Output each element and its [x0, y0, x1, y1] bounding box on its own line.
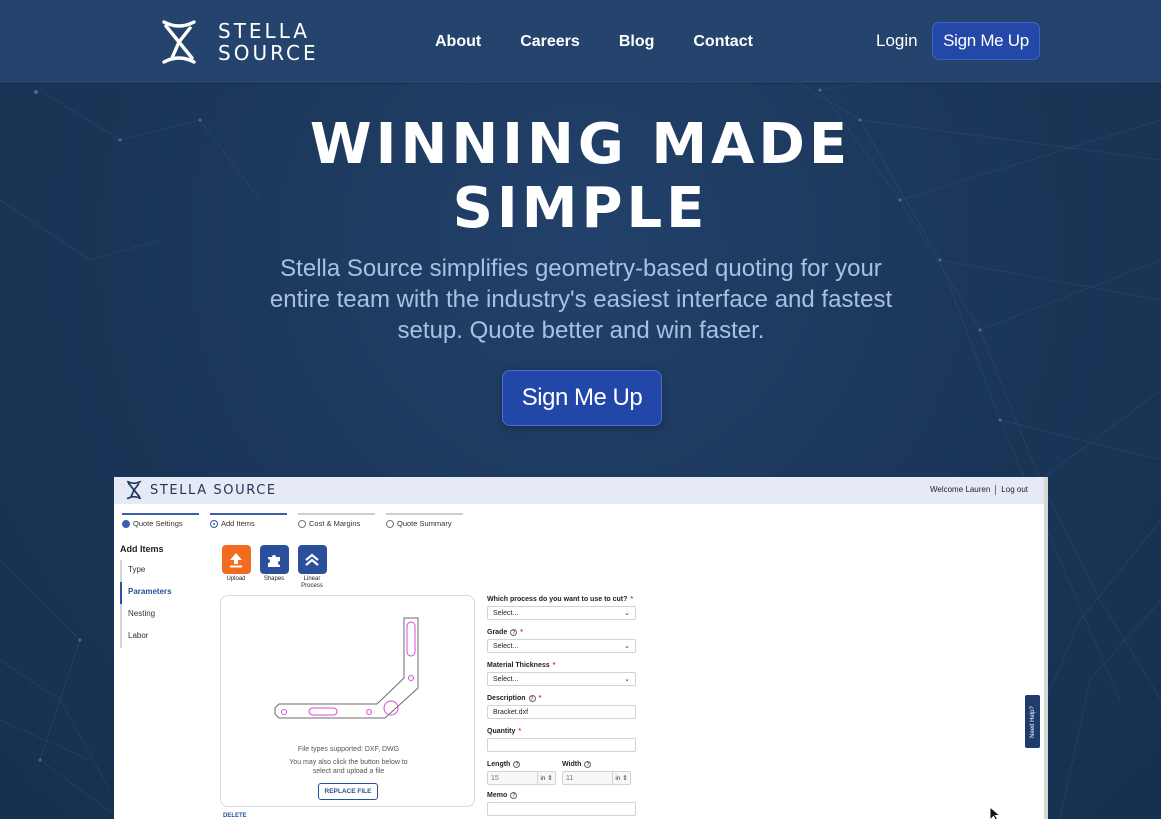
chevron-down-icon: ⌄: [624, 643, 630, 650]
quantity-label: Quantity *: [487, 728, 522, 735]
step-check-icon: [122, 519, 130, 528]
hero-signup-button[interactable]: Sign Me Up: [502, 370, 662, 426]
brand-name: STELLA SOURCE: [218, 19, 319, 65]
step-quote-settings[interactable]: Quote Settings: [122, 513, 209, 528]
file-drop-zone[interactable]: File types supported: DXF, DWG You may a…: [220, 595, 475, 807]
stella-star-icon: [126, 480, 142, 500]
thickness-select[interactable]: Select... ⌄: [487, 672, 636, 686]
app-preview-screenshot: STELLA SOURCE Welcome Lauren Log out Quo…: [114, 477, 1048, 819]
quantity-input[interactable]: [487, 738, 636, 752]
logout-link[interactable]: Log out: [1001, 485, 1028, 495]
hero-subtitle: Stella Source simplifies geometry-based …: [269, 255, 893, 344]
step-quote-summary[interactable]: Quote Summary: [386, 513, 473, 528]
length-input[interactable]: 15 in ⇕: [487, 771, 556, 785]
sidebar-item-labor[interactable]: Labor: [122, 626, 172, 648]
top-navbar: STELLA SOURCE About Careers Blog Contact…: [0, 0, 1161, 83]
linear-process-tool-button[interactable]: Linear Process: [293, 545, 331, 590]
chevrons-up-icon: [297, 545, 327, 574]
upload-tool-button[interactable]: Upload: [217, 545, 255, 590]
sidebar-item-type[interactable]: Type: [122, 560, 172, 582]
grade-select[interactable]: Select... ⌄: [487, 639, 636, 653]
help-icon[interactable]: ?: [510, 792, 518, 799]
need-help-tab[interactable]: Need Help?: [1025, 695, 1040, 748]
step-radio-icon: [298, 519, 306, 528]
step-add-items[interactable]: Add Items: [210, 513, 297, 528]
item-parameters-form: Which process do you want to use to cut?…: [487, 596, 637, 819]
memo-label: Memo?: [487, 792, 518, 799]
process-label: Which process do you want to use to cut?…: [487, 596, 634, 603]
sidebar-item-parameters[interactable]: Parameters: [120, 582, 172, 604]
grade-label: Grade? *: [487, 629, 523, 636]
replace-file-button[interactable]: REPLACE FILE: [318, 783, 378, 800]
welcome-text: Welcome Lauren: [929, 485, 991, 494]
nav-link-blog[interactable]: Blog: [619, 33, 655, 51]
thickness-label: Material Thickness *: [487, 662, 556, 669]
item-type-tools: Upload Shapes Linear Process: [217, 545, 331, 590]
app-brand-name: STELLA SOURCE: [150, 482, 277, 498]
help-icon[interactable]: ?: [513, 761, 521, 768]
brand-logo[interactable]: STELLA SOURCE: [160, 17, 319, 67]
app-header: STELLA SOURCE Welcome Lauren Log out: [114, 477, 1044, 504]
description-label: Description? *: [487, 695, 542, 702]
nav-link-contact[interactable]: Contact: [693, 33, 753, 51]
nav-signup-button[interactable]: Sign Me Up: [932, 22, 1040, 60]
unit-select[interactable]: in ⇕: [537, 772, 555, 784]
help-icon[interactable]: ?: [510, 629, 518, 636]
upload-icon: [221, 545, 251, 574]
upload-hint-text: You may also click the button below to s…: [289, 759, 408, 775]
unit-select[interactable]: in ⇕: [612, 772, 630, 784]
shapes-tool-button[interactable]: Shapes: [255, 545, 293, 590]
help-icon[interactable]: ?: [528, 695, 536, 702]
add-items-sidebar: Add Items Type Parameters Nesting Labor: [120, 544, 172, 648]
file-types-text: File types supported: DXF, DWG: [297, 746, 400, 753]
process-select[interactable]: Select... ⌄: [487, 606, 636, 620]
app-logo: STELLA SOURCE: [126, 480, 277, 500]
user-menu: Welcome Lauren Log out: [930, 485, 1028, 495]
quote-stepper: Quote Settings Add Items Cost & Margins …: [122, 513, 474, 528]
step-radio-icon: [386, 519, 394, 528]
hero-title: WINNING MADE SIMPLE: [309, 112, 852, 241]
step-cost-margins[interactable]: Cost & Margins: [298, 513, 385, 528]
help-icon[interactable]: ?: [584, 761, 592, 768]
puzzle-icon: [259, 545, 289, 574]
nav-link-careers[interactable]: Careers: [520, 33, 580, 51]
nav-links: About Careers Blog Contact: [435, 33, 792, 51]
mouse-cursor-icon: [989, 806, 1002, 819]
description-input[interactable]: Bracket.dxf: [487, 705, 636, 719]
login-link[interactable]: Login: [876, 31, 918, 51]
memo-input[interactable]: [487, 802, 636, 816]
width-label: Width?: [562, 761, 592, 768]
chevron-down-icon: ⌄: [624, 610, 630, 617]
width-input[interactable]: 11 in ⇕: [562, 771, 631, 785]
step-radio-icon: [210, 519, 218, 528]
sidebar-title: Add Items: [120, 544, 164, 554]
length-label: Length?: [487, 761, 521, 768]
delete-link[interactable]: DELETE: [223, 813, 247, 819]
chevron-down-icon: ⌄: [624, 676, 630, 683]
sidebar-item-nesting[interactable]: Nesting: [122, 604, 172, 626]
stella-star-icon: [162, 20, 196, 64]
divider: [995, 485, 997, 495]
part-preview-drawing: [274, 617, 419, 719]
nav-link-about[interactable]: About: [435, 33, 481, 51]
